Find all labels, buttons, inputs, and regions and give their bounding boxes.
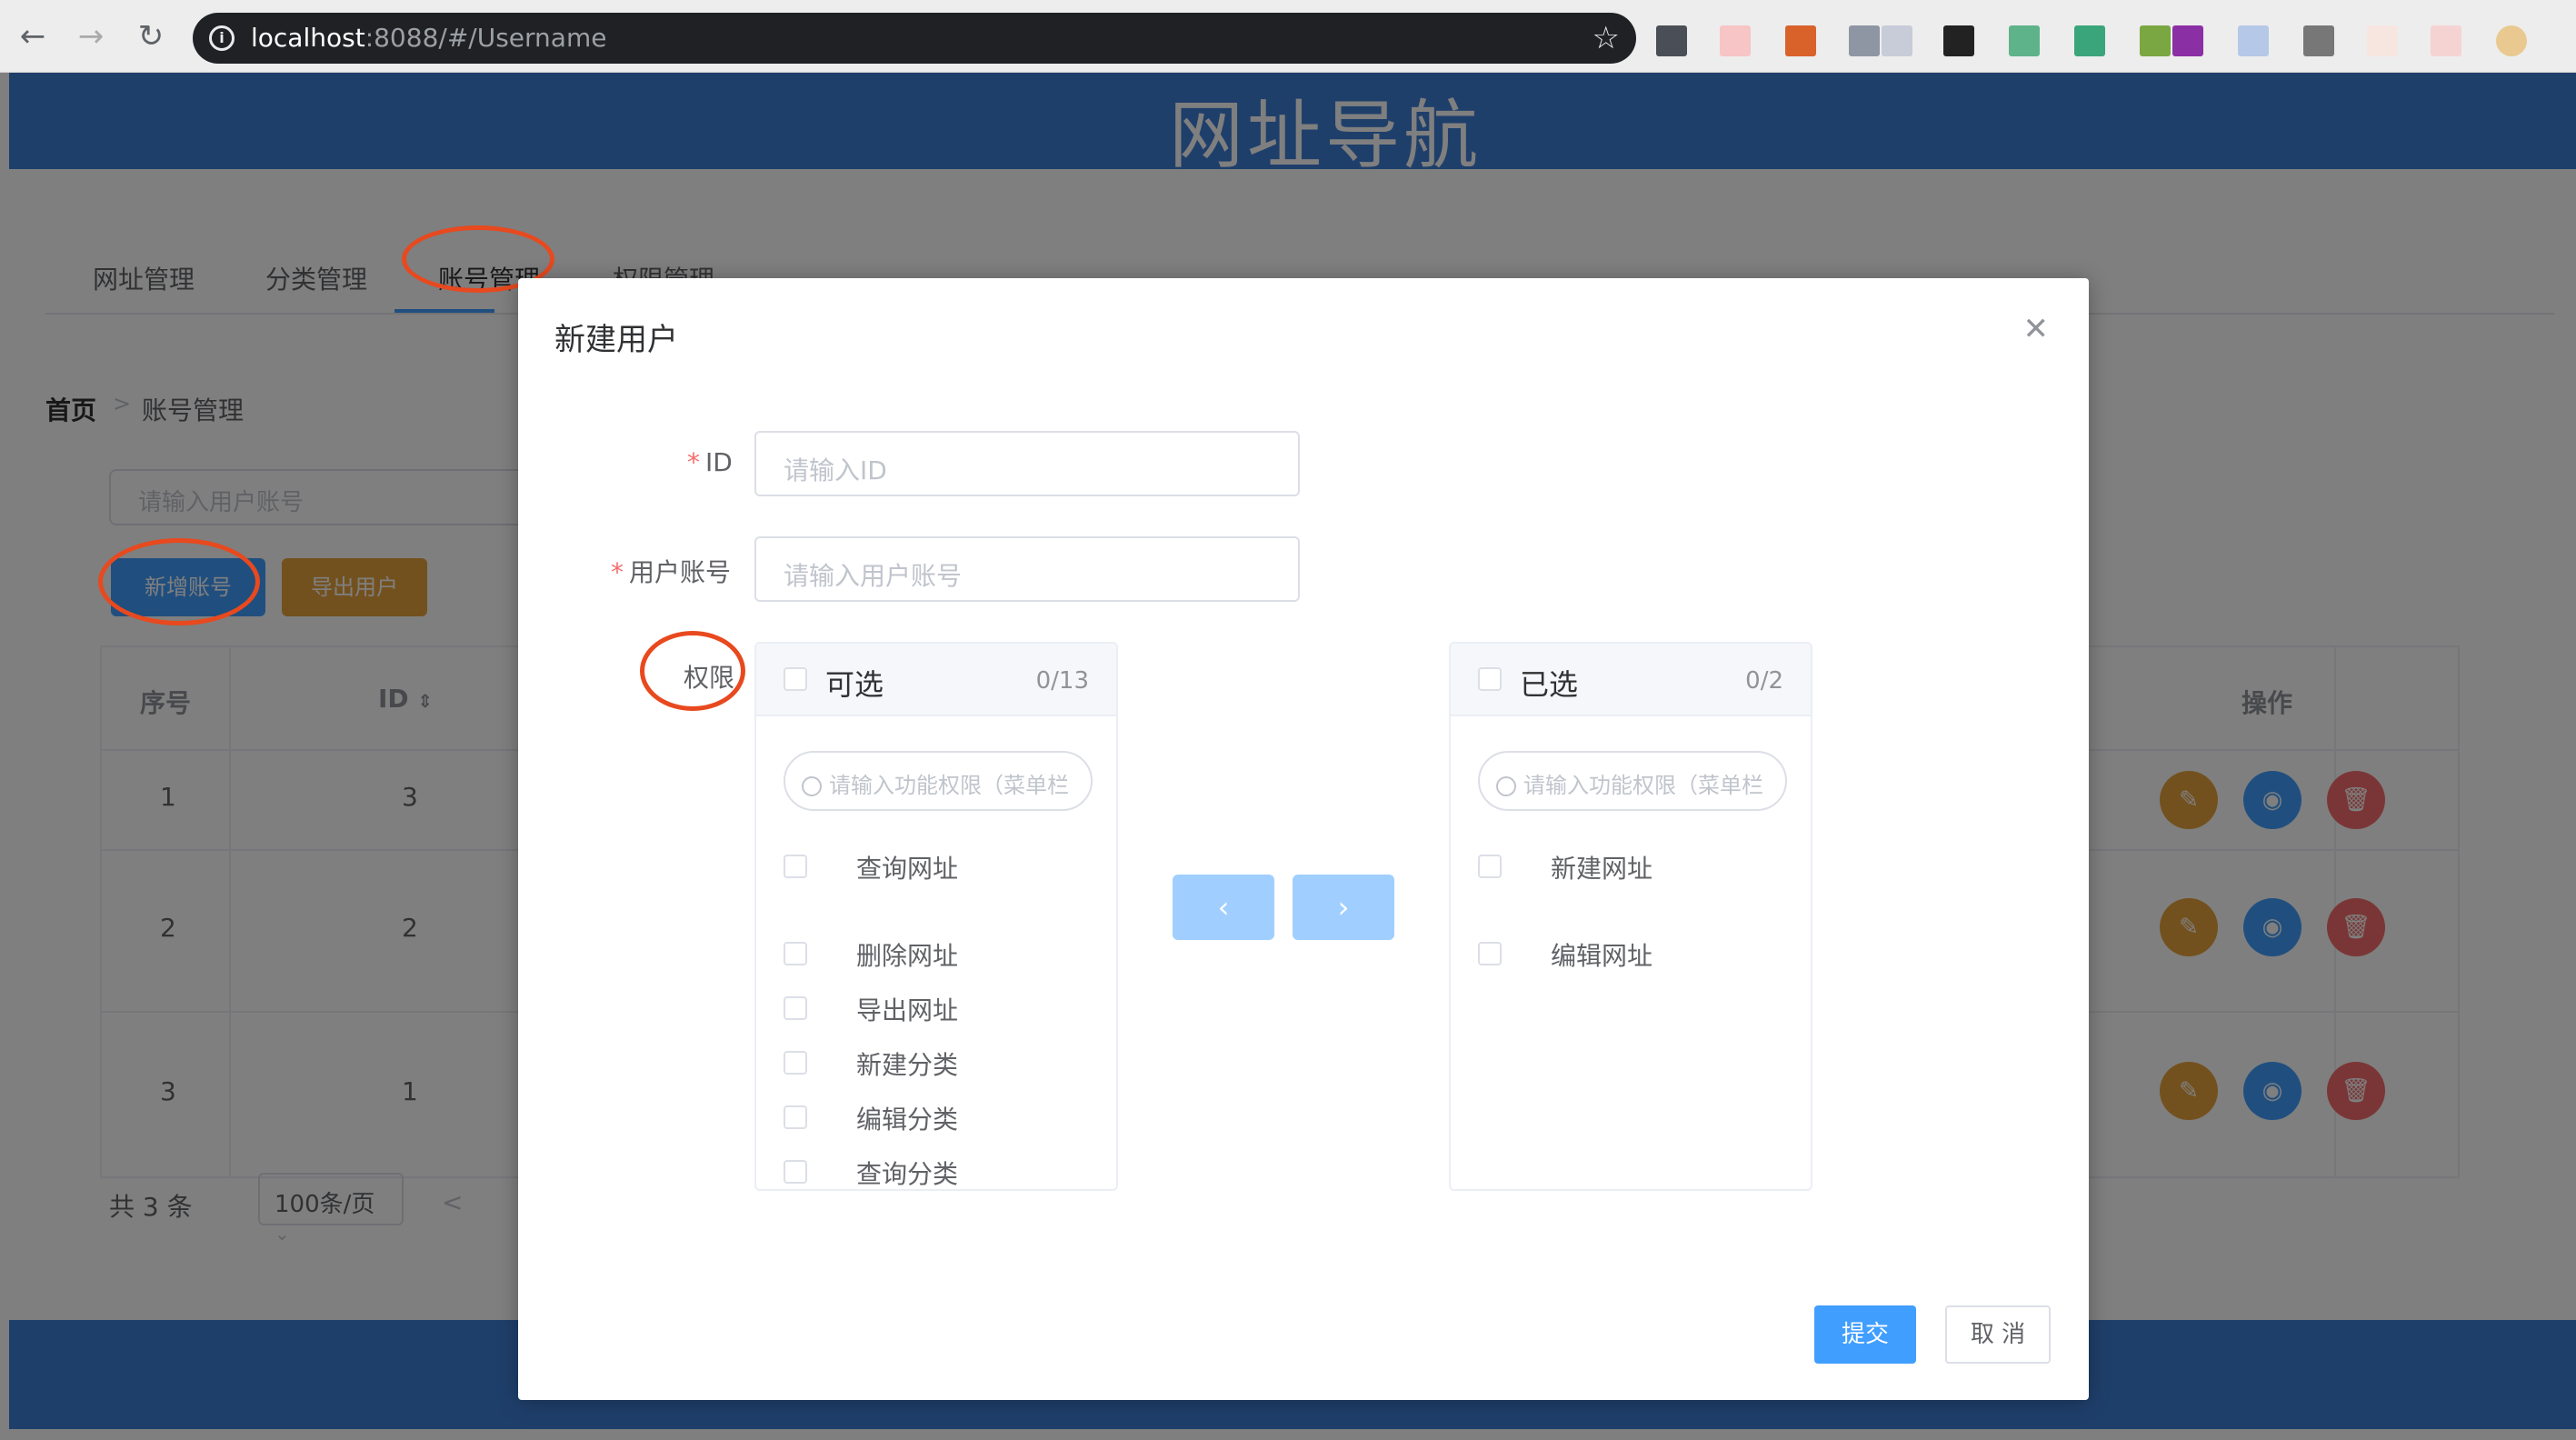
required-mark: * <box>611 557 624 587</box>
account-label: * 用户账号 <box>611 553 731 589</box>
browser-toolbar: ← → ↻ i localhost:8088/#/Username ☆ <box>0 0 2576 73</box>
move-right-button[interactable]: › <box>1293 875 1394 940</box>
search-icon <box>802 776 822 796</box>
transfer-right-filter[interactable]: 请输入功能权限（菜单栏 <box>1478 751 1787 811</box>
transfer-left-filter[interactable]: 请输入功能权限（菜单栏 <box>784 751 1093 811</box>
url-path: :8088/#/Username <box>364 23 607 53</box>
item-checkbox[interactable] <box>1478 942 1502 965</box>
transfer-right-panel: 已选 0/2 请输入功能权限（菜单栏 新建网址 编辑网址 <box>1449 642 1812 1191</box>
transfer-left-header: 可选 0/13 <box>756 644 1116 716</box>
extension-icon[interactable] <box>1785 25 1816 56</box>
extension-icon[interactable] <box>2009 25 2040 56</box>
transfer-right-count: 0/2 <box>1745 667 1783 695</box>
new-user-dialog: 新建用户 ✕ * ID 请输入ID * 用户账号 请输入用户账号 权限 可选 0/1… <box>518 278 2089 1400</box>
id-label-text: ID <box>705 447 733 477</box>
item-label: 查询分类 <box>856 1159 959 1189</box>
item-checkbox[interactable] <box>784 996 807 1020</box>
select-all-right-checkbox[interactable] <box>1478 667 1502 691</box>
extension-icon[interactable] <box>2140 25 2171 56</box>
dialog-title: 新建用户 <box>554 322 678 358</box>
item-label: 新建网址 <box>1551 854 1653 884</box>
required-mark: * <box>687 447 700 477</box>
extension-icon[interactable] <box>2303 25 2334 56</box>
account-label-text: 用户账号 <box>629 557 732 587</box>
transfer-left-title: 可选 <box>825 667 884 702</box>
extension-icon[interactable] <box>1720 25 1751 56</box>
extension-icon[interactable] <box>2074 25 2105 56</box>
transfer-left-panel: 可选 0/13 请输入功能权限（菜单栏 查询网址 删除网址 导出网址 新建分类 … <box>754 642 1118 1191</box>
url-text: localhost:8088/#/Username <box>251 24 606 53</box>
item-checkbox[interactable] <box>784 1051 807 1075</box>
account-input[interactable]: 请输入用户账号 <box>754 536 1300 602</box>
extension-icon[interactable] <box>1943 25 1974 56</box>
item-label: 导出网址 <box>856 995 959 1025</box>
id-input[interactable]: 请输入ID <box>754 431 1300 496</box>
move-left-button[interactable]: ‹ <box>1173 875 1274 940</box>
transfer-right-header: 已选 0/2 <box>1451 644 1811 716</box>
item-label: 查询网址 <box>856 854 959 884</box>
extension-icon[interactable] <box>1882 25 1912 56</box>
annotation-ring <box>640 631 745 711</box>
profile-avatar[interactable] <box>2496 25 2527 56</box>
info-icon[interactable]: i <box>209 25 235 51</box>
select-all-left-checkbox[interactable] <box>784 667 807 691</box>
search-icon <box>1496 776 1516 796</box>
cancel-button[interactable]: 取 消 <box>1945 1305 2051 1364</box>
extension-icon[interactable] <box>2367 25 2398 56</box>
item-label: 删除网址 <box>856 941 959 971</box>
item-checkbox[interactable] <box>784 1160 807 1184</box>
address-bar[interactable]: i localhost:8088/#/Username ☆ <box>193 13 1636 64</box>
item-checkbox[interactable] <box>784 942 807 965</box>
item-checkbox[interactable] <box>784 855 807 878</box>
back-icon[interactable]: ← <box>15 18 51 55</box>
filter-placeholder: 请输入功能权限（菜单栏 <box>829 773 1069 798</box>
filter-placeholder: 请输入功能权限（菜单栏 <box>1523 773 1763 798</box>
submit-button[interactable]: 提交 <box>1814 1305 1916 1364</box>
extension-icon[interactable] <box>2238 25 2269 56</box>
bookmark-star-icon[interactable]: ☆ <box>1593 20 1620 56</box>
id-label: * ID <box>687 447 733 477</box>
extension-icon[interactable] <box>1849 25 1880 56</box>
item-label: 编辑分类 <box>856 1105 959 1135</box>
item-label: 编辑网址 <box>1551 941 1653 971</box>
extension-icon[interactable] <box>2172 25 2203 56</box>
close-icon[interactable]: ✕ <box>2023 311 2050 347</box>
transfer-right-title: 已选 <box>1520 667 1579 702</box>
forward-icon[interactable]: → <box>73 18 109 55</box>
extension-icon[interactable] <box>2431 25 2461 56</box>
transfer-left-count: 0/13 <box>1035 667 1089 695</box>
reload-icon[interactable]: ↻ <box>133 18 169 55</box>
item-checkbox[interactable] <box>784 1105 807 1129</box>
annotation-ring <box>98 538 260 625</box>
extension-icon[interactable] <box>1656 25 1687 56</box>
item-label: 新建分类 <box>856 1050 959 1080</box>
item-checkbox[interactable] <box>1478 855 1502 878</box>
url-host: localhost <box>251 23 365 53</box>
